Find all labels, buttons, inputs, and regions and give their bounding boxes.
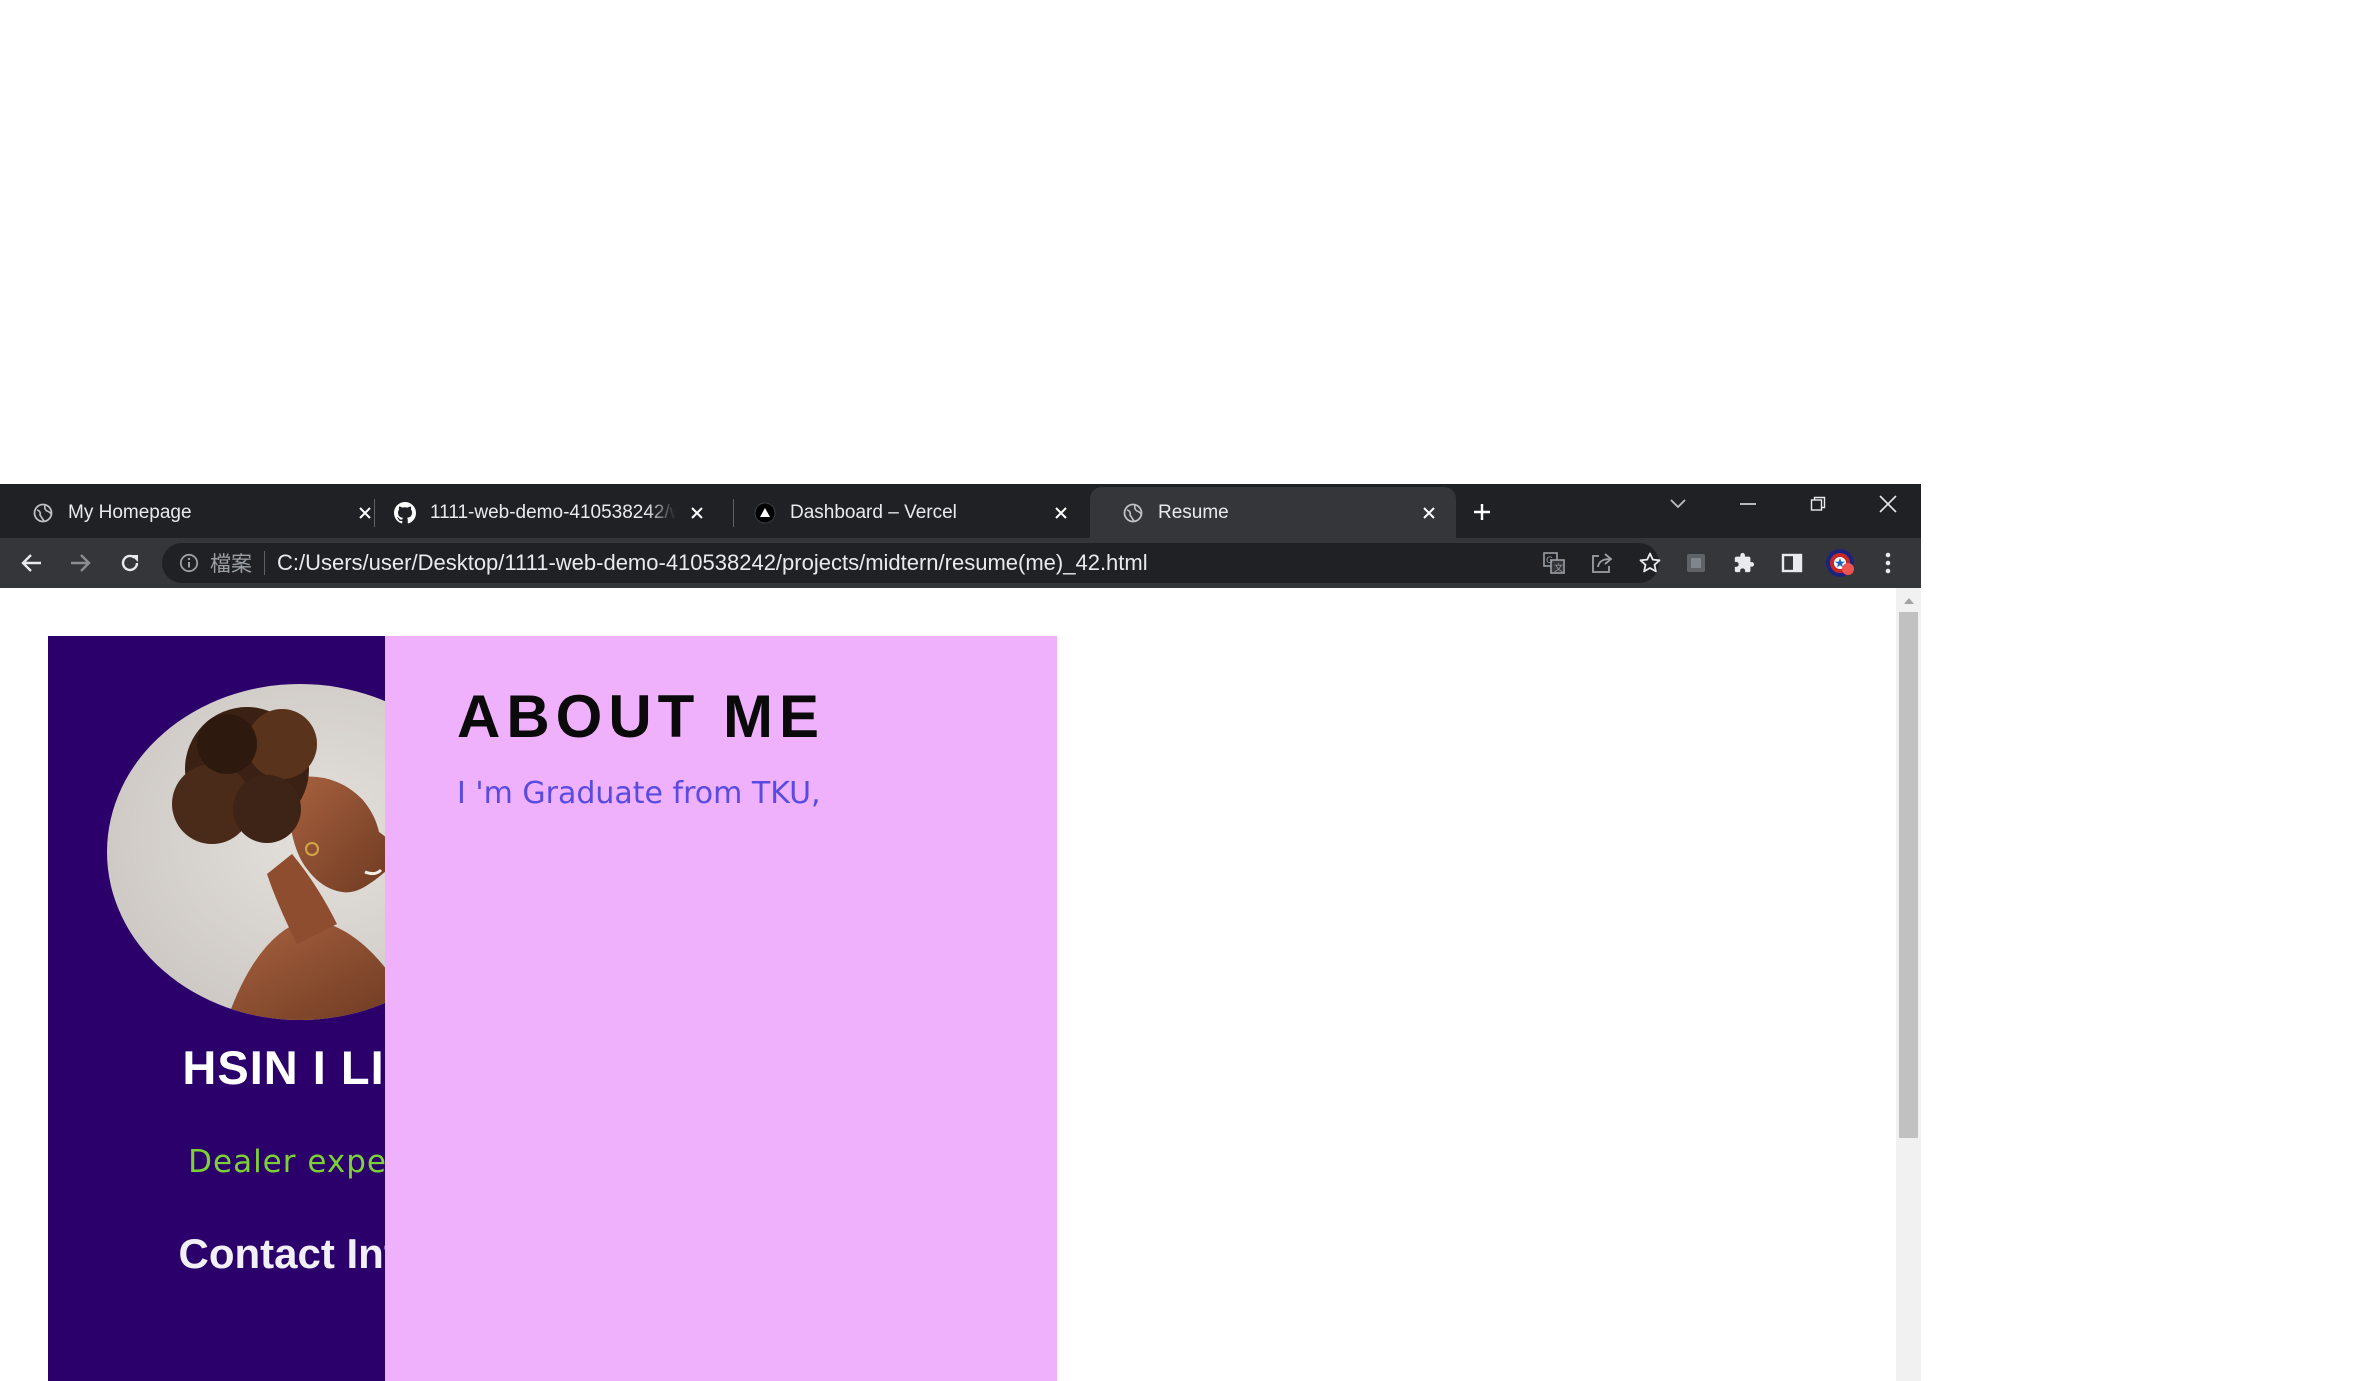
about-heading: ABOUT ME (457, 683, 825, 750)
tab-my-homepage[interactable]: My Homepage (0, 487, 392, 538)
svg-text:文: 文 (1554, 562, 1563, 574)
translate-icon[interactable]: G文 (1538, 547, 1570, 579)
forward-icon[interactable] (64, 547, 96, 579)
svg-text:G: G (1546, 556, 1553, 566)
profile-avatar-icon[interactable] (1824, 547, 1856, 579)
tab-resume[interactable]: Resume (1090, 487, 1456, 538)
vertical-scrollbar[interactable] (1896, 588, 1921, 1381)
new-tab-button[interactable] (1466, 496, 1498, 528)
tab-strip: My Homepage 1111-web-demo-410538242/web … (0, 484, 1921, 538)
close-window-icon[interactable] (1858, 484, 1918, 524)
about-panel: ABOUT ME I 'm Graduate from TKU, (385, 636, 1057, 1381)
toolbar: 檔案 C:/Users/user/Desktop/1111-web-demo-4… (0, 538, 1921, 588)
restore-icon[interactable] (1788, 484, 1848, 524)
minimize-icon[interactable] (1718, 484, 1778, 524)
tab-vercel[interactable]: Dashboard – Vercel (722, 487, 1088, 538)
vercel-icon (754, 502, 776, 524)
extension-icon[interactable] (1680, 547, 1712, 579)
browser-window: My Homepage 1111-web-demo-410538242/web … (0, 484, 1921, 1381)
puzzle-icon[interactable] (1728, 547, 1760, 579)
address-divider (264, 551, 265, 575)
tab-title: Resume (1158, 501, 1229, 523)
globe-icon (1122, 502, 1144, 524)
tab-title: Dashboard – Vercel (790, 501, 957, 523)
info-icon[interactable] (178, 552, 200, 574)
scroll-up-arrow-icon[interactable] (1896, 590, 1921, 610)
side-panel-icon[interactable] (1776, 547, 1808, 579)
close-tab-icon[interactable] (1416, 500, 1442, 526)
tab-search-icon[interactable] (1648, 484, 1708, 524)
page-viewport: HSIN I LIN Dealer expert Contact Info AB… (0, 588, 1921, 1381)
close-tab-icon[interactable] (684, 500, 710, 526)
address-url[interactable]: C:/Users/user/Desktop/1111-web-demo-4105… (277, 550, 1148, 576)
tab-title: 1111-web-demo-410538242/web (430, 501, 676, 523)
github-icon (394, 501, 416, 524)
profile-sidebar: HSIN I LIN Dealer expert Contact Info (48, 636, 493, 1381)
globe-icon (32, 502, 54, 524)
tab-title: My Homepage (68, 501, 192, 523)
close-tab-icon[interactable] (1048, 500, 1074, 526)
share-icon[interactable] (1586, 547, 1618, 579)
back-icon[interactable] (16, 547, 48, 579)
address-bar[interactable]: 檔案 C:/Users/user/Desktop/1111-web-demo-4… (162, 543, 1661, 583)
tab-github[interactable]: 1111-web-demo-410538242/web (362, 487, 724, 538)
about-text: I 'm Graduate from TKU, (457, 776, 821, 811)
resume-card: HSIN I LIN Dealer expert Contact Info AB… (48, 636, 1057, 1381)
reload-icon[interactable] (114, 547, 146, 579)
bookmark-star-icon[interactable] (1634, 547, 1666, 579)
menu-kebab-icon[interactable] (1872, 547, 1904, 579)
file-scheme-chip: 檔案 (210, 552, 252, 576)
scrollbar-thumb[interactable] (1899, 612, 1918, 1138)
